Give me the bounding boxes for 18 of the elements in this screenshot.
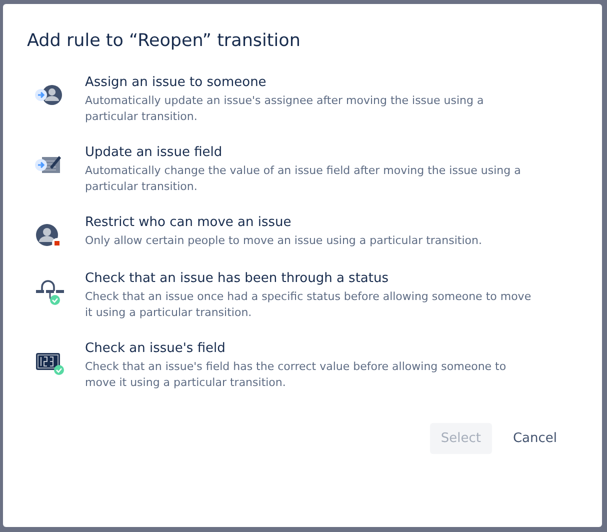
rule-option[interactable]: Assign an issue to someone Automatically update an issue's assignee after moving the issue using a particular transition. <box>33 75 570 125</box>
rule-title: Assign an issue to someone <box>85 75 268 90</box>
dialog-title: Add rule to “Reopen” transition <box>27 31 302 51</box>
rule-option[interactable]: Update an issue field Automatically change the value of an issue field after moving the issue using a particular transition. <box>33 145 570 195</box>
rule-title: Check an issue's field <box>85 341 226 356</box>
rule-description: Automatically update an issue's assignee after moving the issue using a particular transition. <box>85 93 485 125</box>
cancel-button[interactable]: Cancel <box>502 423 568 454</box>
rule-option[interactable]: Restrict who can move an issue Only allow certain people to move an issue using a particular transition. <box>33 215 570 251</box>
rule-title: Update an issue field <box>85 145 224 160</box>
rule-option[interactable]: Check that an issue has been through a status Check that an issue once had a specific status before allowing someone to move it using a particular transition. <box>33 271 570 321</box>
rule-description: Check that an issue once had a specific status before allowing someone to move it using a particular transition. <box>85 289 532 321</box>
rule-description: Automatically change the value of an issue field after moving the issue using a particular transition. <box>85 163 522 195</box>
rule-description: Only allow certain people to move an issue using a particular transition. <box>85 233 483 249</box>
rule-description: Check that an issue's field has the correct value before allowing someone to move it using a particular transition. <box>85 359 508 391</box>
rule-title: Check that an issue has been through a status <box>85 271 390 286</box>
rule-option[interactable]: Check an issue's field Check that an issue's field has the correct value before allowing someone to move it using a particular transition. <box>33 341 570 391</box>
rule-title: Restrict who can move an issue <box>85 215 292 230</box>
status-path-with-check-icon <box>33 277 65 307</box>
